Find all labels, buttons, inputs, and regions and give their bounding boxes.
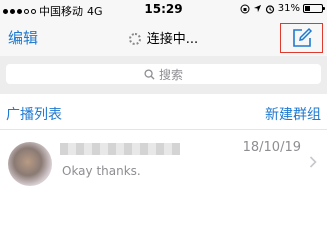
loading-spinner-icon [128,33,141,45]
navigation-bar: 编辑 连接中... [0,20,327,56]
broadcast-list-link[interactable]: 广播列表 [6,104,62,124]
status-right: 31% [240,3,325,14]
search-area: 搜索 [0,56,327,94]
chevron-right-icon [309,156,317,168]
search-icon [144,68,155,80]
compose-button[interactable] [280,23,323,53]
search-input[interactable]: 搜索 [6,64,321,84]
nav-title-text: 连接中... [146,32,199,47]
lock-rotation-icon [240,4,250,13]
search-placeholder: 搜索 [158,67,183,82]
alarm-icon [265,4,274,14]
contact-name-redacted [60,143,180,155]
empty-list-area [0,192,327,249]
chat-list-item[interactable]: 18/10/19 Okay thanks. [0,130,327,192]
chat-preview: Okay thanks. [62,164,141,178]
battery-icon [303,4,325,13]
compose-icon [292,27,312,47]
chat-links-bar: 广播列表 新建群组 [0,94,327,130]
chat-date: 18/10/19 [242,140,301,155]
battery-percent: 31% [277,3,300,14]
avatar [8,142,52,186]
new-group-link[interactable]: 新建群组 [265,104,321,124]
location-icon [253,4,261,13]
status-bar: 中国移动 4G 15:29 31% [0,0,327,20]
connection-status-title: 连接中... [0,28,327,47]
